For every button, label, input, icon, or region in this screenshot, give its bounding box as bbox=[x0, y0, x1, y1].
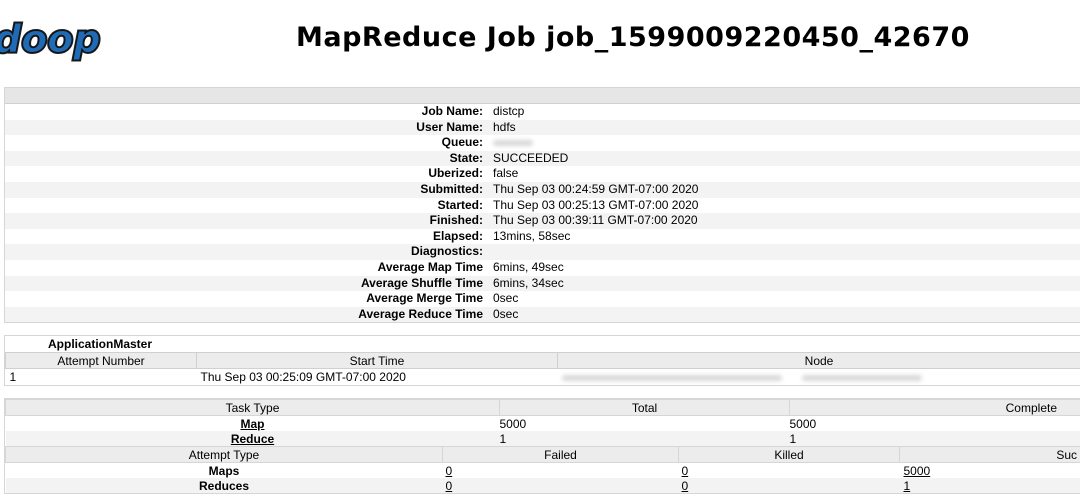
job-info-rows: Job Name: distcp User Name: hdfs Queue: St… bbox=[5, 104, 1080, 323]
maps-killed-link[interactable]: 0 bbox=[682, 464, 689, 478]
application-master-table: ApplicationMaster Attempt Number Start T… bbox=[4, 335, 1080, 386]
job-info-label: Submitted: bbox=[420, 181, 483, 196]
start-time-cell: Thu Sep 03 00:25:09 GMT-07:00 2020 bbox=[200, 370, 406, 384]
application-master-caption: ApplicationMaster bbox=[48, 337, 153, 351]
job-info-label: Diagnostics: bbox=[410, 244, 483, 259]
maps-successful-link[interactable]: 5000 bbox=[904, 464, 931, 478]
task-type-header[interactable]: Task Type bbox=[5, 399, 500, 416]
reduce-total-cell: 1 bbox=[499, 431, 790, 446]
job-info-row: Diagnostics: bbox=[5, 244, 1080, 260]
job-info-value: 6mins, 34sec bbox=[493, 275, 564, 290]
killed-header[interactable]: Killed bbox=[678, 446, 900, 463]
job-info-value: 13mins, 58sec bbox=[493, 228, 571, 243]
table-row: Reduce 1 1 bbox=[5, 431, 1080, 446]
attempt-number-cell: 1 bbox=[9, 370, 17, 384]
job-info-row: Submitted: Thu Sep 03 00:24:59 GMT-07:00 … bbox=[5, 181, 1080, 198]
reduces-failed-link[interactable]: 0 bbox=[446, 479, 453, 493]
job-info-label: User Name: bbox=[416, 119, 483, 134]
job-info-label: Average Map Time bbox=[377, 259, 483, 274]
job-info-label: Finished: bbox=[429, 213, 483, 228]
job-info-label: Average Reduce Time bbox=[358, 306, 483, 321]
job-info-row: Queue: bbox=[5, 135, 1080, 151]
job-info-value: SUCCEEDED bbox=[493, 150, 569, 165]
job-info-header bbox=[5, 88, 1080, 104]
job-info-row: Average Map Time 6mins, 49sec bbox=[5, 260, 1080, 276]
table-row: Maps 0 0 5000 bbox=[6, 463, 1080, 479]
attempt-number-header[interactable]: Attempt Number bbox=[5, 352, 197, 369]
job-info-row: Elapsed: 13mins, 58sec bbox=[5, 229, 1080, 245]
job-info-row: Average Merge Time 0sec bbox=[5, 291, 1080, 307]
reduces-attempt-type: Reduces bbox=[5, 478, 443, 493]
job-info-row: Finished: Thu Sep 03 00:39:11 GMT-07:00 2… bbox=[5, 213, 1080, 229]
job-info-value: 0sec bbox=[493, 306, 519, 321]
job-info-table: Job Name: distcp User Name: hdfs Queue: St… bbox=[4, 87, 1080, 324]
map-task-link[interactable]: Map bbox=[6, 416, 500, 432]
reduces-successful-link[interactable]: 1 bbox=[904, 479, 911, 493]
complete-header[interactable]: Complete bbox=[789, 399, 1080, 416]
job-info-label: Started: bbox=[437, 197, 483, 212]
map-complete-cell: 5000 bbox=[789, 416, 817, 431]
node-header[interactable]: Node bbox=[557, 352, 1080, 369]
job-info-value: 0sec bbox=[493, 291, 519, 306]
job-info-row: Started: Thu Sep 03 00:25:13 GMT-07:00 20… bbox=[5, 198, 1080, 214]
job-info-row: Average Shuffle Time 6mins, 34sec bbox=[5, 275, 1080, 292]
job-info-value: 6mins, 49sec bbox=[493, 259, 564, 274]
map-total-cell: 5000 bbox=[499, 416, 527, 431]
job-info-label: Uberized: bbox=[428, 166, 483, 181]
hadoop-logo: doop doop bbox=[0, 18, 120, 62]
job-info-value bbox=[491, 135, 1080, 151]
svg-text:doop: doop bbox=[0, 18, 101, 61]
job-info-label: Average Merge Time bbox=[366, 291, 483, 306]
job-info-value bbox=[491, 244, 1080, 260]
job-info-row: State: SUCCEEDED bbox=[5, 150, 1080, 167]
job-info-label: Elapsed: bbox=[432, 228, 483, 243]
maps-failed-link[interactable]: 0 bbox=[446, 464, 453, 478]
start-time-header[interactable]: Start Time bbox=[196, 352, 558, 369]
job-info-value: hdfs bbox=[493, 119, 516, 134]
successful-header[interactable]: Suc bbox=[899, 446, 1080, 463]
job-info-row: Job Name: distcp bbox=[5, 104, 1080, 120]
job-info-value: false bbox=[493, 166, 519, 181]
total-header[interactable]: Total bbox=[499, 399, 790, 416]
job-info-value: Thu Sep 03 00:39:11 GMT-07:00 2020 bbox=[493, 213, 698, 228]
task-summary-table: Task Type Total Complete Map 5000 5000 R… bbox=[4, 398, 1080, 494]
job-info-label: Job Name: bbox=[421, 104, 483, 118]
job-info-value: Thu Sep 03 00:25:13 GMT-07:00 2020 bbox=[493, 197, 699, 212]
job-info-label: State: bbox=[449, 150, 483, 165]
maps-attempt-type: Maps bbox=[208, 463, 240, 478]
job-info-value: Thu Sep 03 00:24:59 GMT-07:00 2020 bbox=[493, 181, 699, 196]
attempt-type-header[interactable]: Attempt Type bbox=[5, 446, 443, 463]
job-info-row: Average Reduce Time 0sec bbox=[5, 306, 1080, 323]
table-row: 1 Thu Sep 03 00:25:09 GMT-07:00 2020 bbox=[6, 369, 1080, 386]
job-info-value: distcp bbox=[493, 104, 525, 118]
node-cell[interactable] bbox=[558, 369, 1080, 386]
table-row: Reduces 0 0 1 bbox=[5, 478, 1080, 493]
job-info-row: Uberized: false bbox=[5, 166, 1080, 182]
reduce-complete-cell: 1 bbox=[789, 431, 1080, 446]
reduces-killed-link[interactable]: 0 bbox=[682, 479, 689, 493]
job-info-row: User Name: hdfs bbox=[5, 119, 1080, 136]
table-row: Map 5000 5000 bbox=[6, 416, 1080, 432]
job-info-label: Queue: bbox=[441, 135, 483, 150]
page-title: MapReduce Job job_1599009220450_42670 bbox=[296, 22, 970, 53]
failed-header[interactable]: Failed bbox=[442, 446, 679, 463]
reduce-task-link[interactable]: Reduce bbox=[5, 431, 500, 446]
job-info-label: Average Shuffle Time bbox=[360, 275, 483, 290]
